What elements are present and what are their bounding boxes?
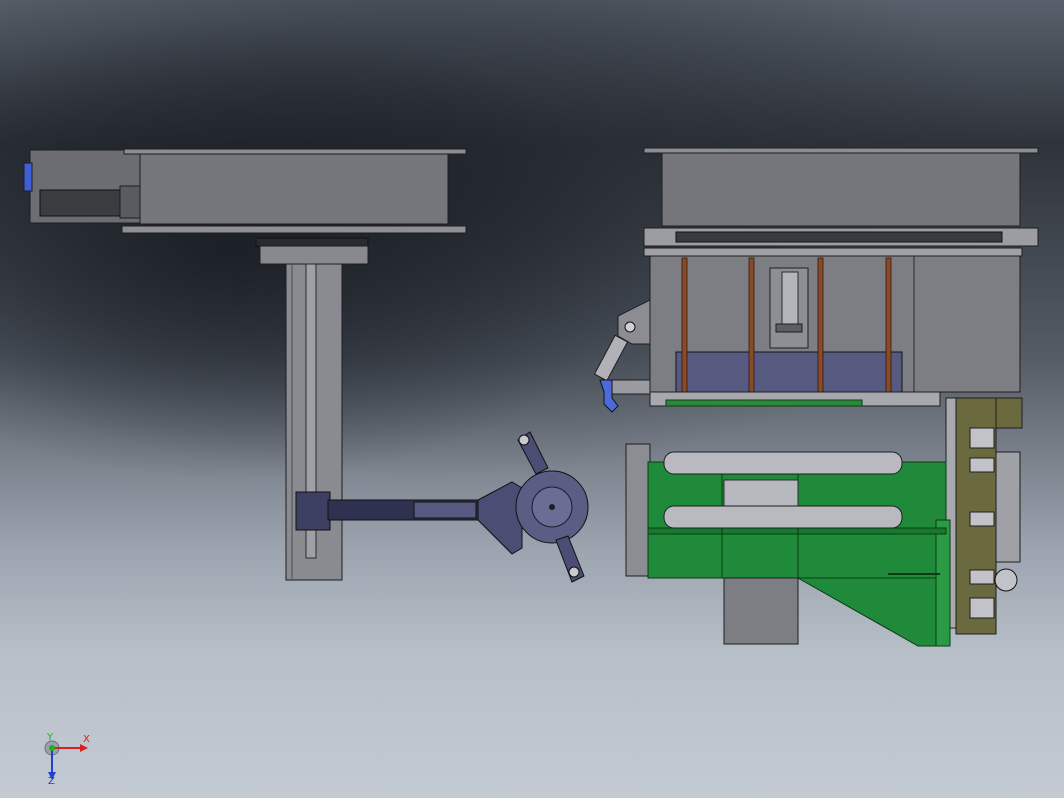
green-wedge[interactable] bbox=[796, 577, 947, 647]
slide-wheel bbox=[994, 568, 1018, 592]
right-assembly[interactable] bbox=[593, 147, 1039, 647]
axis-triad: X Y Z bbox=[40, 732, 96, 787]
right-hopper-rim bbox=[643, 147, 1039, 154]
bracket-pin bbox=[624, 321, 636, 333]
graphics-viewport[interactable] bbox=[0, 0, 1064, 798]
copper-rod-3 bbox=[817, 257, 824, 395]
motor-body[interactable] bbox=[39, 189, 123, 217]
side-bracket[interactable] bbox=[617, 299, 651, 345]
slide-block-4 bbox=[969, 569, 995, 585]
arm-slider-block[interactable] bbox=[295, 491, 331, 531]
slide-cylinder[interactable] bbox=[995, 451, 1021, 563]
gripper-pin-bottom bbox=[568, 566, 580, 578]
roller-1[interactable] bbox=[663, 451, 903, 475]
copper-rod-1 bbox=[681, 257, 688, 395]
x-axis-label: X bbox=[83, 734, 90, 745]
y-axis-label: Y bbox=[46, 732, 54, 743]
arm-segment bbox=[413, 501, 477, 519]
x-axis-arrowhead bbox=[80, 744, 88, 752]
slide-block-5 bbox=[969, 597, 995, 619]
slide-block-3 bbox=[969, 511, 995, 527]
cylinder-rod bbox=[775, 323, 803, 333]
green-support bbox=[935, 519, 951, 647]
slide-cap bbox=[995, 397, 1023, 429]
flange-collar[interactable] bbox=[259, 245, 369, 265]
gripper-pin-top bbox=[518, 434, 530, 446]
y-axis-dot bbox=[49, 745, 55, 751]
center-window bbox=[723, 479, 799, 507]
green-divider bbox=[647, 527, 947, 535]
right-hopper-box[interactable] bbox=[661, 151, 1021, 227]
gripper-wheel-hub bbox=[549, 504, 555, 510]
left-assembly[interactable] bbox=[23, 148, 589, 583]
actuator-rod bbox=[593, 334, 629, 382]
assembly-model[interactable] bbox=[0, 0, 1064, 798]
copper-rod-4 bbox=[885, 257, 892, 395]
motor-shaft-housing bbox=[119, 185, 143, 219]
cylinder-body bbox=[781, 271, 799, 325]
green-strip bbox=[665, 399, 863, 407]
motor-end-cap bbox=[23, 162, 33, 192]
z-axis-label: Z bbox=[48, 776, 55, 784]
hopper-top-rim bbox=[123, 148, 467, 155]
flange-ring bbox=[255, 237, 369, 247]
hopper-box[interactable] bbox=[139, 151, 449, 225]
right-rail-slot bbox=[675, 231, 1003, 243]
hopper-bottom-plate bbox=[121, 225, 467, 234]
slide-block-1 bbox=[969, 427, 995, 449]
purple-plate[interactable] bbox=[675, 351, 903, 393]
slide-block-2 bbox=[969, 457, 995, 473]
bracket-foot bbox=[611, 379, 651, 395]
right-rail-lower bbox=[643, 247, 1023, 257]
green-side-plate bbox=[625, 443, 651, 577]
bottom-chute[interactable] bbox=[723, 577, 799, 645]
roller-2[interactable] bbox=[663, 505, 903, 529]
copper-rod-2 bbox=[748, 257, 755, 395]
gripper-frame[interactable] bbox=[477, 481, 523, 555]
